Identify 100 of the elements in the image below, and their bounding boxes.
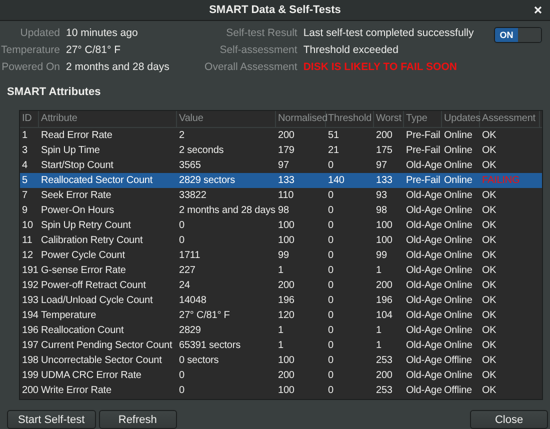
table-row[interactable]: 3 Spin Up Time 2 seconds 179 21 175 Pre-Fail Online OK: [20, 143, 542, 158]
table-row[interactable]: 194 Temperature 27° C/81° F 120 0 104 Old-Age Online OK: [20, 308, 542, 324]
table-cell-text: 100: [277, 219, 296, 234]
table-cell-text: 1: [375, 264, 382, 278]
table-cell-text: 110: [277, 189, 295, 204]
column-header[interactable]: Worst: [374, 111, 404, 128]
column-header[interactable]: Assessment: [480, 111, 540, 128]
table-row[interactable]: 193 Load/Unload Cycle Count 14048 196 0 196 Old-Age Online OK: [20, 293, 542, 308]
table-cell-text: Old-Age: [405, 234, 442, 248]
table-cell-text: 93: [375, 189, 388, 204]
info-label: Self-test Result: [225, 27, 298, 40]
table-cell-text: Reallocated Sector Count: [40, 174, 154, 188]
close-icon[interactable]: [534, 6, 542, 14]
table-cell-text: Online: [443, 189, 474, 204]
table-cell-text: 200: [375, 129, 394, 144]
column-header[interactable]: Type: [404, 111, 442, 128]
table-row[interactable]: 1 Read Error Rate 2 200 51 200 Pre-Fail Online OK: [20, 128, 542, 144]
column-header[interactable]: Value: [177, 111, 276, 128]
table-cell-text: 0: [327, 204, 334, 218]
column-header[interactable]: ID: [20, 111, 39, 128]
table-cell-text: 140: [327, 174, 346, 188]
table-cell-text: 0: [327, 339, 334, 354]
table-cell-text: 175: [375, 144, 394, 158]
table-cell-text: G-sense Error Rate: [40, 264, 127, 278]
table-cell-text: Reallocation Count: [40, 324, 125, 338]
table-cell-text: Power Cycle Count: [40, 249, 126, 264]
dialog-button[interactable]: Start Self-test: [7, 410, 96, 429]
table-cell-text: Online: [443, 369, 474, 384]
table-cell-text: 51: [327, 129, 340, 144]
table-cell-text: 0: [327, 219, 334, 234]
table-cell-text: 100: [277, 384, 296, 398]
table-cell-text: Current Pending Sector Count: [40, 339, 174, 354]
table-cell-text: 200: [277, 129, 296, 144]
table-cell-text: 196: [375, 294, 394, 308]
table-cell-text: 98: [277, 204, 290, 218]
table-cell-text: 9: [21, 204, 28, 218]
table-cell-text: 100: [277, 234, 296, 248]
table-cell-text: 0: [327, 249, 334, 264]
table-cell-text: OK: [481, 204, 498, 218]
close-button[interactable]: Close: [470, 410, 548, 429]
table-cell-text: 179: [277, 144, 296, 158]
table-cell-text: Old-Age: [405, 249, 442, 264]
dialog-button[interactable]: Refresh: [98, 410, 177, 429]
table-cell-text: Spin Up Time: [40, 144, 101, 158]
toggle-switch[interactable]: ON: [494, 26, 542, 43]
table-cell-text: 0: [178, 219, 186, 234]
table-cell-text: Online: [443, 174, 474, 188]
table-row[interactable]: 196 Reallocation Count 2829 1 0 1 Old-Age Online OK: [20, 323, 542, 338]
table-cell-text: 5: [21, 174, 28, 188]
table-row[interactable]: 10 Spin Up Retry Count 0 100 0 100 Old-Age Online OK: [20, 218, 542, 234]
table-cell-text: 10: [21, 219, 34, 234]
section-title: SMART Attributes: [6, 85, 102, 100]
table-cell-text: 200: [375, 279, 394, 294]
table-row[interactable]: 198 Uncorrectable Sector Count 0 sectors 100 0 253 Old-Age Offline OK: [20, 353, 542, 368]
table-cell-text: 196: [21, 324, 39, 338]
table-cell-text: Online: [443, 129, 474, 144]
table-cell-text: 1: [375, 339, 382, 354]
info-label: Overall Assessment: [204, 61, 298, 74]
column-header[interactable]: Attribute: [39, 111, 177, 128]
table-row[interactable]: 200 Write Error Rate 0 100 0 253 Old-Age Offline OK: [20, 383, 542, 398]
table-cell-text: 3565: [178, 159, 202, 174]
table-cell-text: 21: [327, 144, 340, 158]
table-cell-text: OK: [481, 309, 498, 324]
info-value: Last self-test completed successfully: [303, 27, 474, 40]
table-row[interactable]: 191 G-sense Error Rate 227 1 0 1 Old-Age Online OK: [20, 263, 542, 278]
table-cell-text: 1: [21, 129, 28, 144]
table-cell-text: Online: [443, 159, 474, 174]
table-cell-text: Spin Up Retry Count: [40, 219, 132, 234]
table-cell-text: Power-off Retract Count: [40, 279, 147, 294]
table-cell-text: 253: [375, 354, 394, 368]
table-row[interactable]: 199 UDMA CRC Error Rate 0 200 0 200 Old-Age Online OK: [20, 368, 542, 384]
table-cell-text: Start/Stop Count: [40, 159, 114, 174]
table-row[interactable]: 9 Power-On Hours 2 months and 28 days 98 0 98 Old-Age Online OK: [20, 203, 542, 218]
table-row[interactable]: 11 Calibration Retry Count 0 100 0 100 Old-Age Online OK: [20, 233, 542, 248]
column-header[interactable]: Threshold: [326, 111, 374, 128]
table-cell-text: Online: [443, 339, 474, 354]
table-cell-text: UDMA CRC Error Rate: [40, 369, 142, 384]
table-row[interactable]: 5 Reallocated Sector Count 2829 sectors 133 140 133 Pre-Fail Online FAILING: [20, 173, 542, 188]
table-cell-text: OK: [481, 219, 498, 234]
table-cell-text: 14048: [178, 294, 208, 308]
table-row[interactable]: 4 Start/Stop Count 3565 97 0 97 Old-Age Online OK: [20, 158, 542, 174]
table-row[interactable]: 197 Current Pending Sector Count 65391 sectors 1 0 1 Old-Age Online OK: [20, 338, 542, 354]
table-cell-text: 97: [375, 159, 388, 174]
table-cell-text: OK: [481, 144, 498, 158]
table-cell-text: 98: [375, 204, 388, 218]
table-row[interactable]: 192 Power-off Retract Count 24 200 0 200 Old-Age Online OK: [20, 278, 542, 294]
table-row[interactable]: 12 Power Cycle Count 1711 99 0 99 Old-Age Online OK: [20, 248, 542, 264]
table-row[interactable]: 7 Seek Error Rate 33822 110 0 93 Old-Age Online OK: [20, 188, 542, 204]
table-cell-text: Online: [443, 144, 474, 158]
column-header[interactable]: Normalised: [276, 111, 326, 128]
table-cell-text: Power-On Hours: [40, 204, 116, 218]
table-cell-text: OK: [481, 354, 498, 368]
table-cell-text: Old-Age: [405, 159, 442, 174]
table-cell-text: 2: [178, 129, 186, 144]
table-cell-text: Online: [443, 294, 474, 308]
table-cell-text: Temperature: [40, 309, 98, 324]
table-cell-text: 65391 sectors: [178, 339, 242, 354]
column-header[interactable]: Updates: [442, 111, 480, 128]
table-cell-text: Old-Age: [405, 279, 442, 294]
table-cell-text: 0: [327, 234, 334, 248]
